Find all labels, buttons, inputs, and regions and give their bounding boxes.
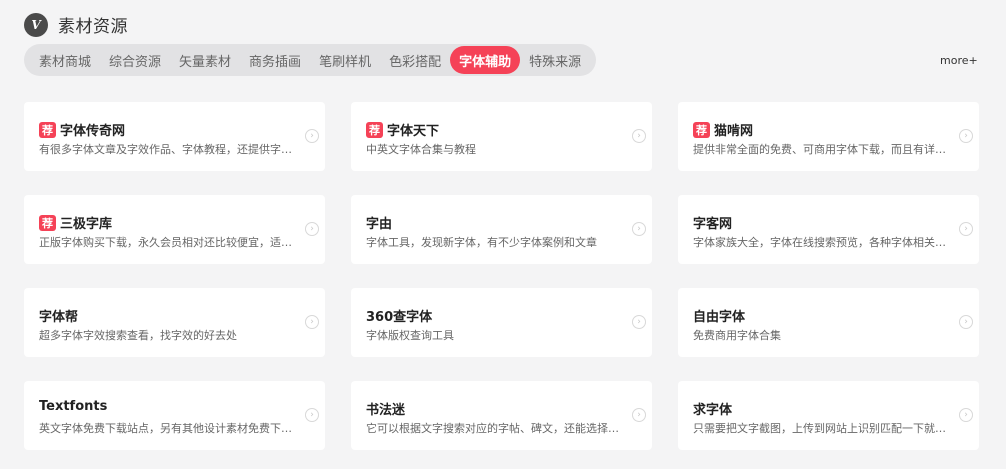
card-title-text: 求字体 xyxy=(693,403,733,418)
chevron-right-circle-icon[interactable]: › xyxy=(305,222,319,236)
resource-card[interactable]: 荐字体天下中英文字体合集与教程 › xyxy=(351,102,652,171)
tab-3[interactable]: 商务插画 xyxy=(240,46,310,74)
card-title: 书法迷 xyxy=(366,399,405,418)
card-title: 荐字体天下 xyxy=(366,120,439,139)
card-title-text: 字体传奇网 xyxy=(60,124,126,139)
resource-card[interactable]: 求字体只需要把文字截图，上传到网站上识别匹配一下就能找到字体 › xyxy=(678,381,979,450)
chevron-right-circle-icon[interactable]: › xyxy=(632,315,646,329)
card-description: 字体工具，发现新字体，有不少字体案例和文章 xyxy=(366,236,597,249)
card-description: 只需要把文字截图，上传到网站上识别匹配一下就能找到字体 xyxy=(693,422,955,435)
logo-icon: V xyxy=(24,12,48,37)
card-title-text: 三极字库 xyxy=(60,217,113,232)
resource-card[interactable]: Textfonts 英文字体免费下载站点，另有其他设计素材免费下载资源 › xyxy=(24,381,325,450)
card-description: 字体家族大全，字体在线搜索预览，各种字体相关的下载资源 xyxy=(693,236,955,249)
chevron-right-circle-icon[interactable]: › xyxy=(632,129,646,143)
card-title: 字由 xyxy=(366,213,392,232)
resource-card[interactable]: 自由字体免费商用字体合集 › xyxy=(678,288,979,357)
card-title-text: 字客网 xyxy=(693,217,733,232)
card-title: 字客网 xyxy=(693,213,732,232)
card-description: 有很多字体文章及字效作品、字体教程，还提供字体设计服务 xyxy=(39,143,301,156)
tab-1[interactable]: 综合资源 xyxy=(100,46,170,74)
recommended-badge: 荐 xyxy=(693,121,710,138)
card-description: 中英文字体合集与教程 xyxy=(366,143,476,156)
section-title: 素材资源 xyxy=(58,17,128,37)
card-description: 英文字体免费下载站点，另有其他设计素材免费下载资源 xyxy=(39,422,301,435)
chevron-right-circle-icon[interactable]: › xyxy=(632,408,646,422)
card-title: 自由字体 xyxy=(693,306,745,325)
recommended-badge: 荐 xyxy=(366,121,383,138)
chevron-right-circle-icon[interactable]: › xyxy=(305,129,319,143)
chevron-right-circle-icon[interactable]: › xyxy=(959,129,973,143)
card-title: 荐猫啃网 xyxy=(693,120,753,139)
resource-card[interactable]: 字体帮超多字体字效搜索查看，找字效的好去处 › xyxy=(24,288,325,357)
resource-card[interactable]: 字客网字体家族大全，字体在线搜索预览，各种字体相关的下载资源 › xyxy=(678,195,979,264)
tab-2[interactable]: 矢量素材 xyxy=(170,46,240,74)
card-description: 它可以根据文字搜索对应的字帖、碑文，还能选择书法家风格 xyxy=(366,422,628,435)
card-title-text: 猫啃网 xyxy=(714,124,754,139)
recommended-badge: 荐 xyxy=(39,121,56,138)
tab-4[interactable]: 笔刷样机 xyxy=(310,46,380,74)
card-title-text: 字体帮 xyxy=(39,310,79,325)
section-header: V 素材资源 xyxy=(24,12,128,37)
card-description: 免费商用字体合集 xyxy=(693,329,781,342)
card-title: 求字体 xyxy=(693,399,732,418)
tab-7[interactable]: 特殊来源 xyxy=(520,46,590,74)
chevron-right-circle-icon[interactable]: › xyxy=(959,408,973,422)
card-description: 超多字体字效搜索查看，找字效的好去处 xyxy=(39,329,237,342)
tab-0[interactable]: 素材商城 xyxy=(30,46,100,74)
card-title: 荐三极字库 xyxy=(39,213,112,232)
card-title-text: 自由字体 xyxy=(693,310,746,325)
card-title-text: 书法迷 xyxy=(366,403,406,418)
chevron-right-circle-icon[interactable]: › xyxy=(959,315,973,329)
card-title: 荐字体传奇网 xyxy=(39,120,125,139)
card-title: 字体帮 xyxy=(39,306,78,325)
chevron-right-circle-icon[interactable]: › xyxy=(959,222,973,236)
more-link[interactable]: more+ xyxy=(940,54,978,67)
card-description: 提供非常全面的免费、可商用字体下载，而且有详细的字体介绍 xyxy=(693,143,955,156)
tab-6[interactable]: 字体辅助 xyxy=(450,46,521,74)
card-title: Textfonts xyxy=(39,399,107,414)
resource-card[interactable]: 荐三极字库正版字体购买下载，永久会员相对还比较便宜，适合长期使用 › xyxy=(24,195,325,264)
resource-card[interactable]: 字由字体工具，发现新字体，有不少字体案例和文章 › xyxy=(351,195,652,264)
resource-card[interactable]: 荐猫啃网提供非常全面的免费、可商用字体下载，而且有详细的字体介绍 › xyxy=(678,102,979,171)
card-title: 360查字体 xyxy=(366,306,432,325)
chevron-right-circle-icon[interactable]: › xyxy=(305,408,319,422)
card-description: 字体版权查询工具 xyxy=(366,329,454,342)
recommended-badge: 荐 xyxy=(39,214,56,231)
category-tabs: 素材商城 综合资源 矢量素材 商务插画 笔刷样机 色彩搭配 字体辅助 特殊来源 xyxy=(24,44,597,76)
resource-card[interactable]: 荐字体传奇网有很多字体文章及字效作品、字体教程，还提供字体设计服务 › xyxy=(24,102,325,171)
card-title-text: Textfonts xyxy=(39,399,108,414)
card-title-text: 360查字体 xyxy=(366,310,433,325)
chevron-right-circle-icon[interactable]: › xyxy=(305,315,319,329)
tab-5[interactable]: 色彩搭配 xyxy=(380,46,450,74)
card-description: 正版字体购买下载，永久会员相对还比较便宜，适合长期使用 xyxy=(39,236,301,249)
resource-card[interactable]: 书法迷它可以根据文字搜索对应的字帖、碑文，还能选择书法家风格 › xyxy=(351,381,652,450)
card-title-text: 字由 xyxy=(366,217,393,232)
resource-card[interactable]: 360查字体字体版权查询工具 › xyxy=(351,288,652,357)
card-title-text: 字体天下 xyxy=(387,124,440,139)
chevron-right-circle-icon[interactable]: › xyxy=(632,222,646,236)
